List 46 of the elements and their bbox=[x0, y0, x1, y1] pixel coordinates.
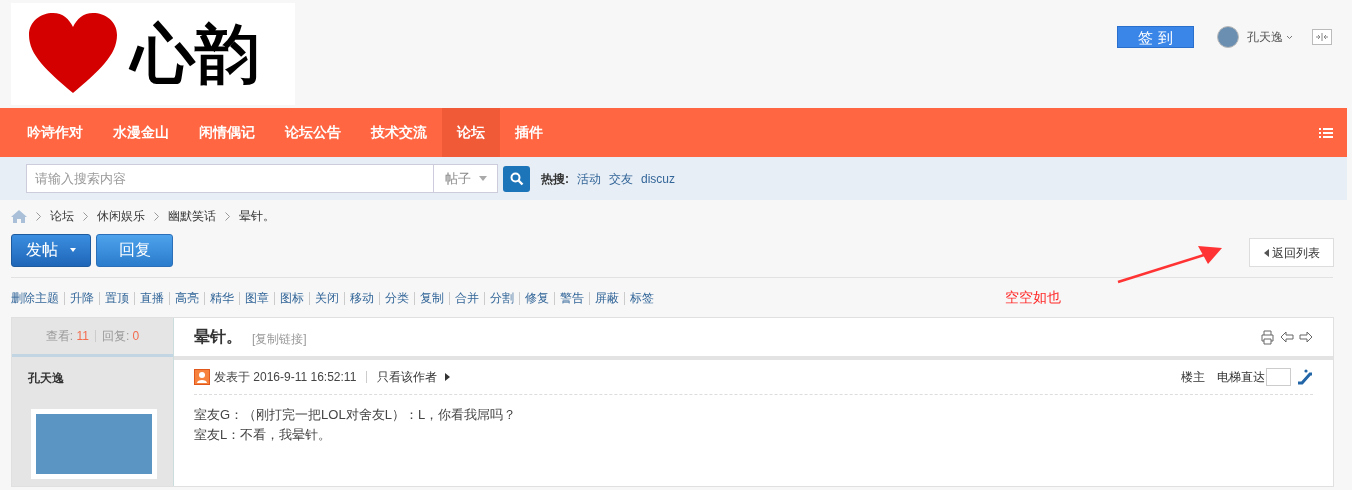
hot-search-link[interactable]: 交友 bbox=[609, 169, 633, 188]
moderation-link[interactable]: 警告 bbox=[554, 291, 584, 305]
post-text: 室友L：不看，我晕针。 bbox=[194, 426, 333, 444]
moderation-link[interactable]: 图章 bbox=[239, 291, 269, 305]
moderation-link[interactable]: 精华 bbox=[204, 291, 234, 305]
moderation-link[interactable]: 升降 bbox=[64, 291, 94, 305]
moderation-link[interactable]: 移动 bbox=[344, 291, 374, 305]
reply-button[interactable]: 回复 bbox=[96, 233, 173, 267]
breadcrumb-link[interactable]: 论坛 bbox=[50, 207, 74, 225]
site-logo[interactable]: 心韵 bbox=[11, 3, 295, 105]
search-type-dropdown[interactable]: 帖子 bbox=[434, 164, 498, 193]
moderation-link[interactable]: 置顶 bbox=[99, 291, 129, 305]
moderation-link[interactable]: 分类 bbox=[379, 291, 409, 305]
only-author-link[interactable]: 只看该作者 bbox=[377, 368, 438, 386]
view-count: 查看: 11 bbox=[45, 328, 89, 345]
post-date: 发表于 2016-9-11 16:52:11 bbox=[214, 369, 357, 386]
moderation-link[interactable]: 修复 bbox=[519, 291, 549, 305]
jump-label: 电梯直达 bbox=[1217, 369, 1265, 386]
breadcrumb-link[interactable]: 幽默笑话 bbox=[168, 207, 216, 225]
hot-search-link[interactable]: 活动 bbox=[577, 169, 601, 188]
floor-label: 楼主 bbox=[1181, 369, 1205, 386]
moderation-link[interactable]: 关闭 bbox=[309, 291, 339, 305]
post-text: 室友G：（刚打完一把LOL对舍友L）：L，你看我屌吗？ bbox=[194, 406, 518, 424]
username-link[interactable]: 孔天逸 bbox=[1247, 28, 1283, 46]
moderation-link[interactable]: 高亮 bbox=[169, 291, 199, 305]
moderation-link[interactable]: 复制 bbox=[414, 291, 444, 305]
moderation-link[interactable]: 删除主题 bbox=[11, 291, 59, 305]
nav-tab[interactable]: 论坛 bbox=[442, 108, 500, 157]
breadcrumb-link[interactable]: 晕针。 bbox=[239, 207, 275, 225]
annotation-text: 空空如也 bbox=[1005, 288, 1061, 307]
hot-search-link[interactable]: discuz bbox=[641, 169, 675, 188]
reply-count: 回复: 0 bbox=[101, 328, 140, 345]
new-post-button[interactable]: 发帖 bbox=[11, 233, 91, 267]
sign-in-button[interactable]: 签 到 bbox=[1117, 26, 1194, 48]
thread-title: 晕针。 bbox=[194, 327, 242, 347]
moderation-link[interactable]: 合并 bbox=[449, 291, 479, 305]
search-field[interactable]: 请输入搜索内容 bbox=[26, 164, 434, 193]
breadcrumb-link[interactable]: 休闲娱乐 bbox=[97, 207, 145, 225]
back-to-list-button[interactable]: 返回列表 bbox=[1249, 238, 1334, 267]
author-name[interactable]: 孔天逸 bbox=[28, 369, 173, 387]
moderation-link[interactable]: 标签 bbox=[624, 291, 654, 305]
moderation-link[interactable]: 图标 bbox=[274, 291, 304, 305]
moderation-link[interactable]: 分割 bbox=[484, 291, 514, 305]
hot-search-label: 热搜: bbox=[541, 170, 569, 188]
moderation-link[interactable]: 直播 bbox=[134, 291, 164, 305]
moderation-link[interactable]: 屏蔽 bbox=[589, 291, 619, 305]
